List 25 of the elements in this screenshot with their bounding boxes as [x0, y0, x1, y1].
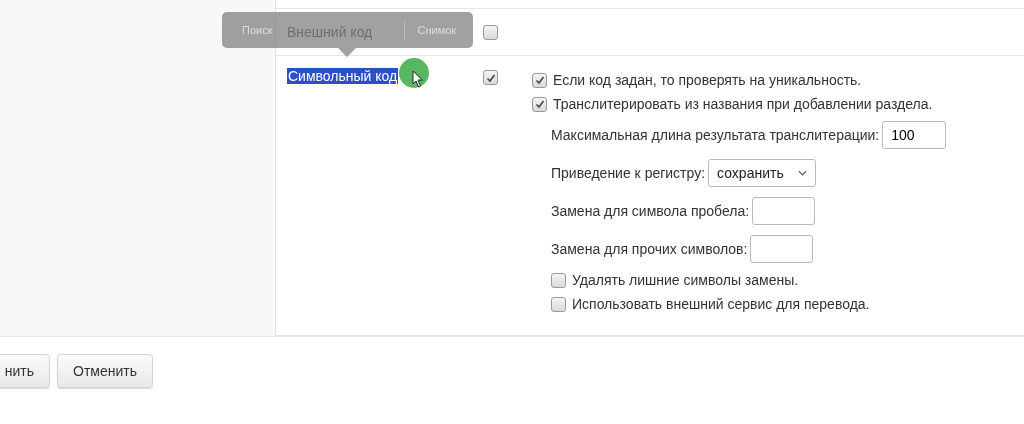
option-label: Если код задан, то проверять на уникальность. — [553, 72, 862, 88]
form-button[interactable]: Отменить — [57, 354, 153, 388]
checkbox[interactable] — [551, 272, 566, 288]
field-label: Максимальная длина результата транслитерации: — [551, 127, 880, 143]
option-label: Транслитерировать из названия при добавлении раздела. — [553, 96, 933, 112]
checkbox[interactable] — [532, 72, 547, 88]
form-button[interactable]: нить — [0, 354, 50, 388]
dropdown[interactable]: сохранить — [708, 159, 816, 187]
caret-icon — [797, 170, 807, 176]
field-label: Замена для прочих символов: — [551, 241, 748, 257]
check-icon — [533, 98, 546, 110]
input-field[interactable] — [750, 235, 814, 263]
checkbox[interactable] — [483, 70, 498, 86]
option-label: Удалять лишние символы замены. — [572, 272, 799, 288]
field-label: Символьный код — [287, 68, 399, 84]
input-field[interactable] — [752, 197, 816, 225]
checkbox[interactable] — [483, 25, 498, 41]
input-field[interactable]: 100 — [882, 121, 947, 149]
field-label: Приведение к регистру: — [551, 165, 706, 181]
cursor-icon — [412, 70, 424, 88]
checkbox[interactable] — [532, 96, 547, 112]
check-icon — [533, 74, 546, 86]
option-label: Использовать внешний сервис для перевода. — [572, 296, 870, 312]
checkbox[interactable] — [551, 296, 566, 312]
field-label: Замена для символа пробела: — [551, 203, 750, 219]
